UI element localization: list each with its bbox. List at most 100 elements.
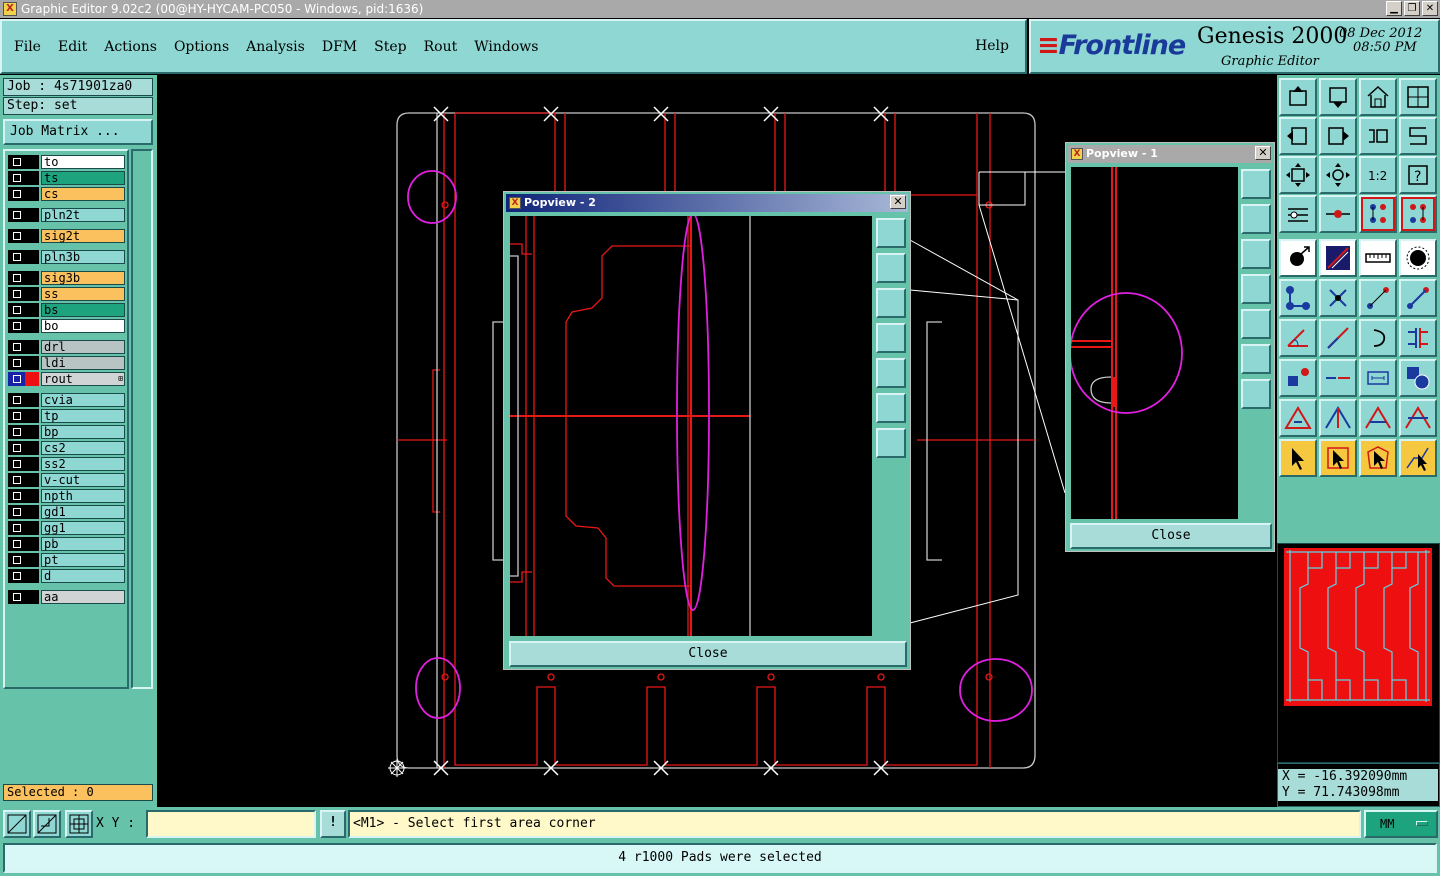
layer-row-sig3b[interactable]: sig3b (8, 271, 125, 285)
select-area-icon[interactable] (1319, 439, 1357, 477)
layer-row-rout[interactable]: rout ⊞ (8, 372, 125, 386)
layer-row-pln2t[interactable]: pln2t (8, 208, 125, 222)
layer-checkbox[interactable] (8, 569, 25, 583)
layer-color-swatch[interactable] (25, 319, 39, 333)
alert-icon[interactable]: ! (320, 810, 346, 838)
overview-map[interactable] (1277, 543, 1440, 763)
layer-checkbox[interactable] (8, 208, 25, 222)
shapes-icon[interactable] (1399, 359, 1437, 397)
layer-checkbox[interactable] (8, 319, 25, 333)
layer-row-v-cut[interactable]: v-cut (8, 473, 125, 487)
layer-name[interactable]: pt (41, 553, 125, 567)
pad-to-line-icon[interactable] (1279, 359, 1317, 397)
layer-checkbox[interactable] (8, 340, 25, 354)
join-lines-icon[interactable] (1399, 319, 1437, 357)
units-selector[interactable]: MM (1364, 810, 1438, 838)
close-window-button[interactable]: ✕ (1422, 1, 1438, 16)
layer-row-ss2[interactable]: ss2 (8, 457, 125, 471)
layer-color-swatch[interactable] (25, 473, 39, 487)
layer-row-aa[interactable]: aa (8, 590, 125, 604)
layer-color-swatch[interactable] (25, 229, 39, 243)
snap-angle-icon[interactable] (33, 810, 61, 838)
layer-settings-icon[interactable] (1279, 195, 1317, 233)
layer-row-npth[interactable]: npth (8, 489, 125, 503)
layer-row-drl[interactable]: drl (8, 340, 125, 354)
layer-row-pt[interactable]: pt (8, 553, 125, 567)
layer-row-to[interactable]: to (8, 155, 125, 169)
layer-name[interactable]: pln2t (41, 208, 125, 222)
layer-name[interactable]: cs (41, 187, 125, 201)
layer-row-cs2[interactable]: cs2 (8, 441, 125, 455)
layer-color-swatch[interactable] (25, 187, 39, 201)
add-pad-icon[interactable] (1279, 239, 1317, 277)
popview-2-close-icon[interactable]: ✕ (890, 195, 906, 209)
connect-icon[interactable] (1279, 279, 1317, 317)
popview-fit-icon[interactable] (1241, 169, 1271, 199)
pan-left-icon[interactable] (1279, 117, 1317, 155)
layer-name[interactable]: sig3b (41, 271, 125, 285)
delete-vertex-icon[interactable] (1319, 279, 1357, 317)
job-matrix-button[interactable]: Job Matrix ... (3, 119, 153, 145)
layer-name[interactable]: drl (41, 340, 125, 354)
layer-checkbox[interactable] (8, 590, 25, 604)
layer-checkbox[interactable] (8, 537, 25, 551)
zoom-fit-icon[interactable] (1279, 156, 1317, 194)
layer-name[interactable]: v-cut (41, 473, 125, 487)
layer-checkbox[interactable] (8, 505, 25, 519)
netlist-compare-icon[interactable] (1399, 195, 1437, 233)
layer-color-swatch[interactable] (25, 287, 39, 301)
fillet-icon[interactable] (1359, 399, 1397, 437)
layer-color-swatch[interactable] (25, 537, 39, 551)
layer-row-bo[interactable]: bo (8, 319, 125, 333)
layer-color-swatch[interactable] (25, 271, 39, 285)
layer-checkbox[interactable] (8, 372, 25, 386)
help-query-icon[interactable]: ? (1399, 156, 1437, 194)
rotate-icon[interactable] (1359, 117, 1397, 155)
grid-icon[interactable] (65, 810, 93, 838)
layer-name[interactable]: cs2 (41, 441, 125, 455)
layer-name[interactable]: sig2t (41, 229, 125, 243)
layer-name[interactable]: pln3b (41, 250, 125, 264)
menu-analysis[interactable]: Analysis (246, 39, 305, 55)
layer-name[interactable]: bo (41, 319, 125, 333)
snap-icon[interactable] (1319, 195, 1357, 233)
pan-down-icon[interactable] (1319, 78, 1357, 116)
layer-color-swatch[interactable] (25, 409, 39, 423)
layer-row-gg1[interactable]: gg1 (8, 521, 125, 535)
mirror-icon[interactable] (1399, 117, 1437, 155)
split-line-icon[interactable] (1319, 359, 1357, 397)
netlist-icon[interactable] (1359, 195, 1397, 233)
popview-2-view[interactable] (510, 213, 872, 636)
layer-row-cs[interactable]: cs (8, 187, 125, 201)
layer-color-swatch[interactable] (25, 340, 39, 354)
popview-fit-icon[interactable] (876, 218, 906, 248)
measure-icon[interactable] (1359, 359, 1397, 397)
layer-checkbox[interactable] (8, 425, 25, 439)
pan-down-icon[interactable] (876, 288, 906, 318)
layer-checkbox[interactable] (8, 441, 25, 455)
select-pointer-icon[interactable] (1279, 439, 1317, 477)
menu-windows[interactable]: Windows (474, 39, 538, 55)
pan-left-icon[interactable] (876, 323, 906, 353)
layer-checkbox[interactable] (8, 356, 25, 370)
layer-color-swatch[interactable] (25, 521, 39, 535)
layer-color-swatch[interactable] (25, 171, 39, 185)
layer-name[interactable]: pb (41, 537, 125, 551)
layer-color-swatch[interactable] (25, 489, 39, 503)
add-surface-icon[interactable] (1399, 239, 1437, 277)
layer-row-pb[interactable]: pb (8, 537, 125, 551)
layer-color-swatch[interactable] (25, 250, 39, 264)
layer-checkbox[interactable] (8, 489, 25, 503)
zoom-center-icon[interactable] (1319, 156, 1357, 194)
pan-up-icon[interactable] (1279, 78, 1317, 116)
layer-row-bp[interactable]: bp (8, 425, 125, 439)
popview-2-close-button[interactable]: Close (509, 641, 907, 667)
layer-color-swatch[interactable] (25, 303, 39, 317)
ruler-icon[interactable] (1359, 239, 1397, 277)
layer-color-swatch[interactable] (25, 553, 39, 567)
layer-name[interactable]: ldi (41, 356, 125, 370)
layer-checkbox[interactable] (8, 409, 25, 423)
layer-checkbox[interactable] (8, 171, 25, 185)
select-net-icon[interactable] (1399, 439, 1437, 477)
layer-name[interactable]: ss (41, 287, 125, 301)
